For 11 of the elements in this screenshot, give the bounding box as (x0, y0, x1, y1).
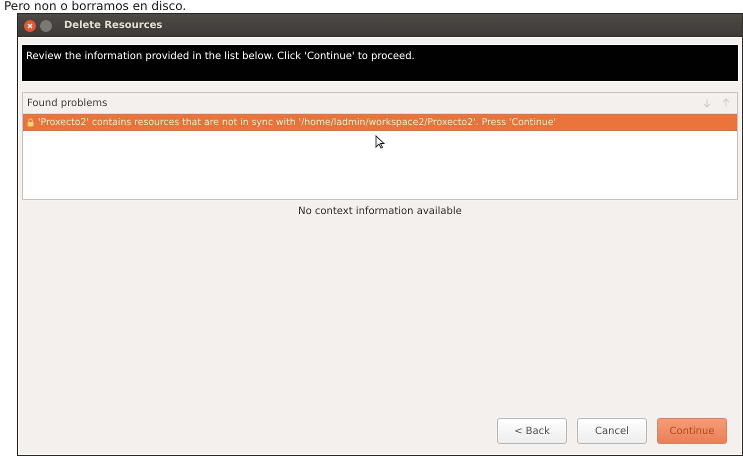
context-info-text: No context information available (298, 206, 462, 217)
message-banner: Review the information provided in the list below. Click 'Continue' to proceed. (22, 45, 738, 81)
close-icon[interactable] (24, 20, 36, 32)
minimize-icon[interactable] (40, 20, 52, 32)
dialog-button[interactable]: Cancel (577, 418, 647, 444)
caption-text: Pero non o borramos en disco. (3, 0, 188, 13)
lock-icon (27, 118, 34, 127)
panel-header: Found problems (27, 96, 108, 110)
cursor-icon (375, 135, 385, 149)
window-title: Delete Resources (64, 19, 162, 33)
dialog-button[interactable]: < Back (497, 418, 567, 444)
